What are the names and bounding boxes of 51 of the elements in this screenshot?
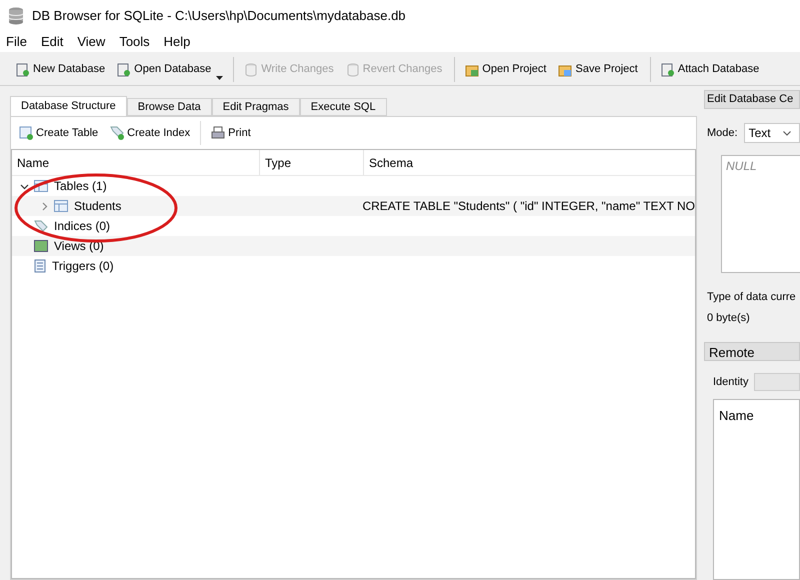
tab[interactable]: Edit Pragmas — [212, 98, 300, 116]
tab[interactable]: Execute SQL — [300, 98, 387, 116]
toolbar-button[interactable]: Attach Database — [650, 57, 764, 82]
caret-icon — [216, 76, 224, 80]
table-icon — [19, 126, 33, 140]
column-header[interactable]: Schema — [364, 150, 695, 175]
toolbar-button[interactable]: New Database — [12, 57, 110, 82]
menu-item[interactable]: Edit — [40, 32, 64, 52]
chevron-down-icon — [782, 130, 791, 136]
toolbar-button[interactable]: Create Table — [15, 122, 102, 144]
tree-row[interactable]: Students CREATE TABLE "Students" ( "id" INTEGER, "name" TEXT NO — [12, 196, 695, 216]
mode-label: Mode: — [707, 126, 738, 141]
tab[interactable]: Browse Data — [126, 98, 212, 116]
toolbar-button[interactable]: Open Database — [113, 57, 226, 82]
box-icon — [465, 62, 480, 76]
menu-item[interactable]: Tools — [119, 32, 150, 52]
size-info: 0 byte(s) — [706, 310, 751, 326]
toolbar-button[interactable]: Print — [207, 122, 255, 144]
tree-item-label: Indices (0) — [54, 218, 110, 235]
tree-item-label: Triggers (0) — [52, 258, 114, 275]
panel-title: Edit Database Ce — [704, 90, 800, 109]
toolbar-button[interactable]: Create Index — [106, 122, 194, 144]
menu-item[interactable]: View — [77, 32, 106, 52]
toolbar-button[interactable]: Open Project — [454, 57, 550, 82]
table-icon — [54, 200, 68, 212]
schema-text: CREATE TABLE "Students" ( "id" INTEGER, "name" TEXT NO — [361, 198, 695, 215]
window-title: DB Browser for SQLite - C:\Users\hp\Documents\mydatabase.db — [32, 7, 406, 26]
tab[interactable]: Database Structure — [10, 96, 127, 116]
column-header[interactable]: Type — [260, 150, 364, 175]
menu-item[interactable]: Help — [164, 32, 190, 52]
box-icon — [558, 62, 572, 76]
mode-dropdown[interactable]: Text — [744, 123, 800, 143]
column-header[interactable]: Name — [12, 150, 260, 175]
tree-item-label: Tables (1) — [54, 178, 107, 195]
cylinder-icon — [244, 62, 258, 76]
column-header[interactable]: Name — [719, 408, 754, 423]
tag-icon — [34, 220, 48, 232]
printer-icon — [211, 126, 226, 140]
cylinder-icon — [346, 62, 360, 76]
type-info: Type of data curre — [706, 290, 797, 305]
panel-title: Remote — [704, 342, 800, 361]
value-field[interactable]: NULL — [721, 155, 800, 273]
picture-icon — [34, 240, 48, 252]
menu-item[interactable]: File — [6, 32, 27, 52]
chevron-down-icon[interactable] — [20, 182, 28, 190]
scroll-icon — [34, 259, 46, 273]
identity-label: Identity — [713, 374, 748, 390]
chevron-right-icon[interactable] — [40, 202, 48, 210]
tag-icon — [110, 126, 124, 140]
tree-item-label: Students — [74, 198, 122, 215]
toolbar-button[interactable]: Save Project — [554, 57, 642, 82]
